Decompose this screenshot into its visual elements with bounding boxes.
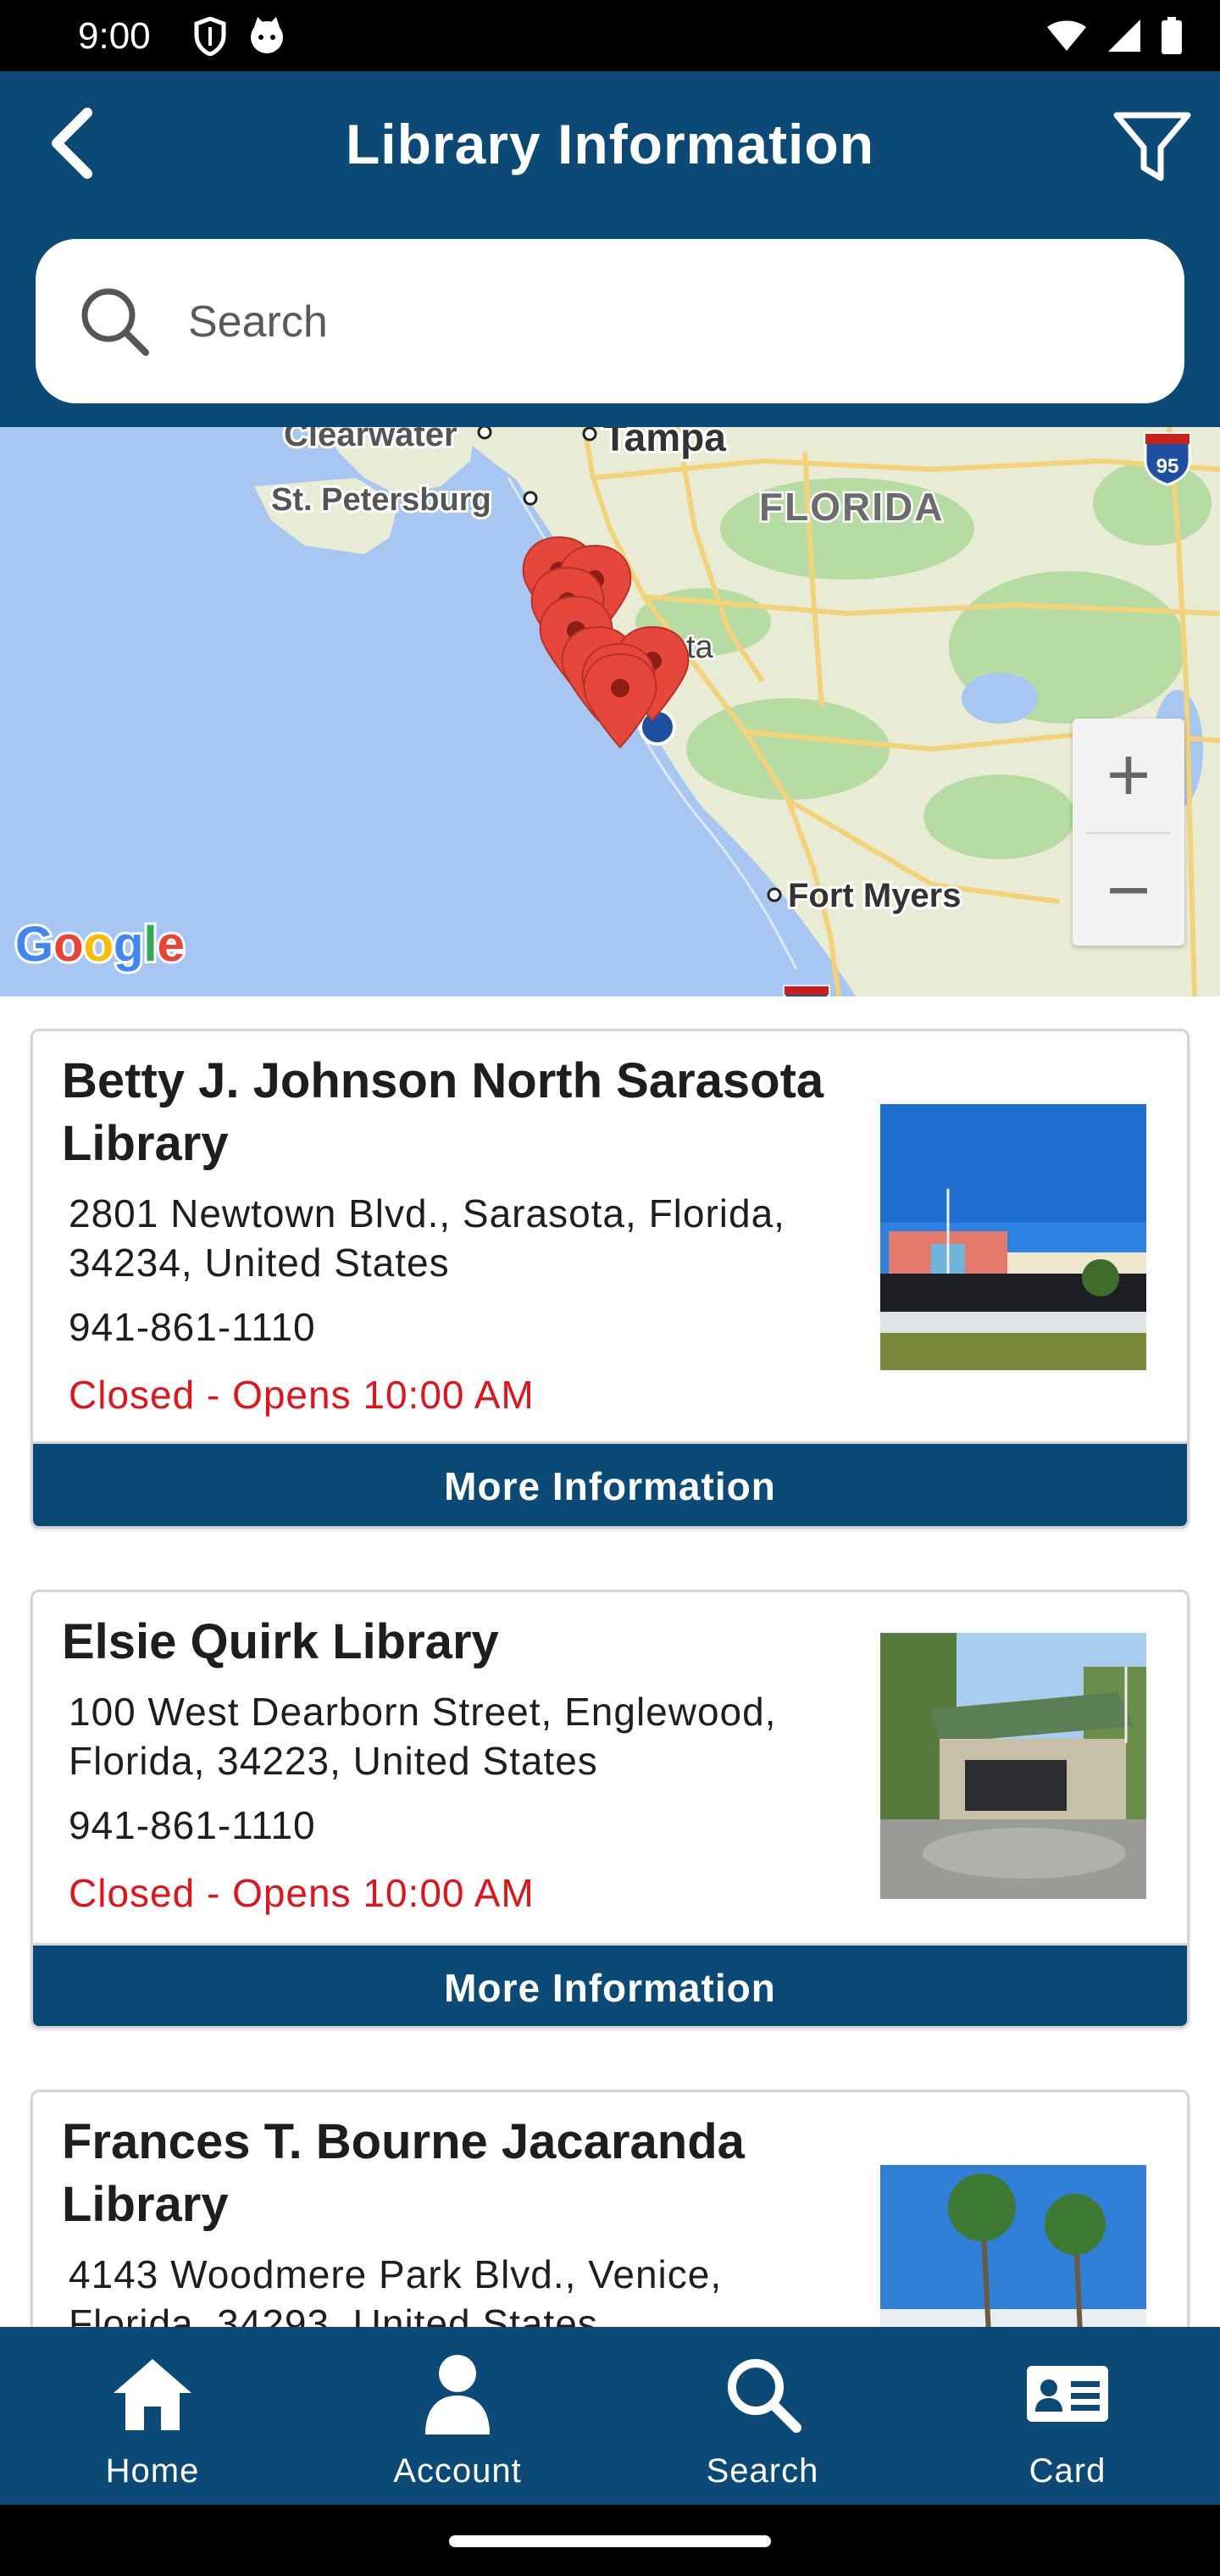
map-label-tampa: Tampa bbox=[603, 427, 726, 459]
map-zoom-controls: + − bbox=[1073, 719, 1184, 946]
map-label-st-petersburg: St. Petersburg bbox=[271, 482, 491, 518]
map-label-fort-myers: Fort Myers bbox=[788, 877, 962, 914]
library-address: 2801 Newtown Blvd., Sarasota, Florida, 3… bbox=[69, 1191, 785, 1285]
search-icon bbox=[728, 2359, 801, 2433]
map-label-clearwater: Clearwater bbox=[284, 427, 458, 453]
home-icon bbox=[114, 2359, 191, 2430]
status-time: 9:00 bbox=[78, 15, 151, 57]
highway-75-shield bbox=[783, 985, 830, 997]
more-information-button[interactable]: More Information bbox=[33, 1441, 1187, 1526]
zoom-in-button[interactable]: + bbox=[1073, 719, 1184, 832]
account-icon bbox=[425, 2355, 490, 2434]
bottom-navigation: Home Account Search Card bbox=[0, 2327, 1220, 2505]
map-canvas[interactable]: Clearwater Tampa St. Petersburg FLORIDA … bbox=[0, 427, 1220, 997]
battery-icon bbox=[1162, 17, 1182, 54]
library-name: Betty J. Johnson North Sarasota Library bbox=[62, 1053, 824, 1171]
home-gesture-handle[interactable] bbox=[449, 2535, 771, 2547]
nav-label: Account bbox=[393, 2452, 522, 2490]
status-bar: 9:00 bbox=[0, 0, 1220, 71]
nav-label: Home bbox=[105, 2452, 200, 2490]
library-card[interactable]: Elsie Quirk Library 100 West Dearborn St… bbox=[30, 1590, 1190, 2029]
google-logo: Google bbox=[15, 917, 185, 972]
svg-text:95: 95 bbox=[1156, 455, 1179, 478]
library-name: Frances T. Bourne Jacaranda Library bbox=[62, 2114, 745, 2232]
library-map[interactable]: Clearwater Tampa St. Petersburg FLORIDA … bbox=[0, 427, 1220, 997]
signal-icon bbox=[1108, 19, 1140, 52]
nav-search[interactable]: Search bbox=[610, 2327, 915, 2505]
library-status: Closed - Opens 10:00 AM bbox=[69, 1871, 535, 1915]
search-icon bbox=[81, 288, 149, 356]
nav-label: Card bbox=[1029, 2452, 1106, 2490]
search-bar[interactable] bbox=[36, 239, 1184, 403]
zoom-out-button[interactable]: − bbox=[1073, 834, 1184, 947]
library-status: Closed - Opens 10:00 AM bbox=[69, 1373, 535, 1417]
system-gesture-bar bbox=[0, 2505, 1220, 2576]
nav-label: Search bbox=[706, 2452, 819, 2490]
nav-card[interactable]: Card bbox=[915, 2327, 1220, 2505]
library-name: Elsie Quirk Library bbox=[62, 1614, 499, 1669]
more-information-button[interactable]: More Information bbox=[33, 1943, 1187, 2026]
card-icon bbox=[1027, 2366, 1108, 2422]
map-label-partial-city: ta bbox=[686, 630, 714, 665]
library-photo bbox=[880, 1104, 1146, 1370]
wifi-icon bbox=[1047, 20, 1086, 51]
map-label-florida: FLORIDA bbox=[759, 485, 944, 529]
library-phone[interactable]: 941-861-1110 bbox=[69, 1802, 316, 1848]
library-photo bbox=[880, 1633, 1146, 1899]
nav-home[interactable]: Home bbox=[0, 2327, 305, 2505]
library-address: 100 West Dearborn Street, Englewood, Flo… bbox=[69, 1690, 777, 1783]
library-card[interactable]: Betty J. Johnson North Sarasota Library … bbox=[30, 1029, 1190, 1529]
page-title: Library Information bbox=[345, 113, 875, 175]
cat-icon bbox=[251, 17, 283, 53]
library-phone[interactable]: 941-861-1110 bbox=[69, 1304, 316, 1350]
app-header: Library Information bbox=[0, 71, 1220, 427]
search-input[interactable] bbox=[188, 281, 1120, 363]
highway-95-shield: 95 bbox=[1144, 432, 1191, 486]
filter-icon bbox=[1113, 112, 1191, 181]
nav-account[interactable]: Account bbox=[305, 2327, 610, 2505]
filter-button[interactable] bbox=[1110, 105, 1195, 190]
shield-icon bbox=[194, 17, 226, 56]
